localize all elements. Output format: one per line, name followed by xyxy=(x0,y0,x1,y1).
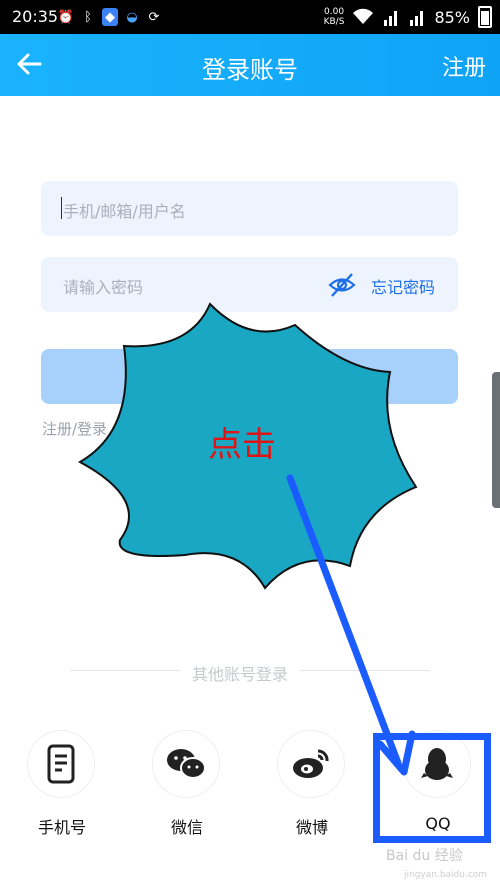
status-time: 20:35 xyxy=(12,7,59,26)
account-input[interactable]: 手机/邮箱/用户名 xyxy=(41,181,458,236)
login-wechat-label: 微信 xyxy=(170,818,203,837)
status-icons-right: 0.00 KB/S 85% xyxy=(324,6,492,28)
battery-percent: 85% xyxy=(434,7,470,27)
login-phone-label: 手机号 xyxy=(37,818,86,837)
annotation-arrow-line xyxy=(286,474,402,767)
net-speed: 0.00 KB/S xyxy=(324,7,345,27)
app-header: 登录账号 注册 xyxy=(0,34,500,96)
shield-icon: ◆ xyxy=(102,8,118,26)
register-button[interactable]: 注册 xyxy=(442,50,486,82)
edge-scroll-handle[interactable] xyxy=(492,372,500,508)
wechat-icon-circle xyxy=(152,730,220,798)
login-wechat-button[interactable]: 微信 xyxy=(152,730,222,838)
qq-icon: ◒ xyxy=(126,9,138,25)
watermark-sub: jingyan.baidu.com xyxy=(404,870,488,880)
wechat-icon xyxy=(167,749,206,779)
account-placeholder: 手机/邮箱/用户名 xyxy=(63,202,186,221)
login-phone-button[interactable]: 手机号 xyxy=(27,730,97,838)
login-weibo-button[interactable]: 微博 xyxy=(277,730,347,838)
qq-highlight-box xyxy=(373,733,491,843)
signal-4g-icon xyxy=(410,11,424,26)
page-title: 登录账号 xyxy=(202,56,298,84)
annotation-click-text: 点击 xyxy=(208,425,276,465)
weibo-icon-circle xyxy=(277,730,345,798)
forgot-password-link[interactable]: 忘记密码 xyxy=(371,274,435,298)
phone-icon-circle xyxy=(27,730,95,798)
login-weibo-label: 微博 xyxy=(295,818,328,837)
weibo-icon xyxy=(293,749,329,778)
status-bar: 20:35 ⏰ ᛒ ◆ ◒ ⟳ 0.00 KB/S 85% xyxy=(0,0,500,34)
text-cursor xyxy=(61,197,62,219)
eye-hidden-icon[interactable] xyxy=(327,270,357,300)
net-speed-value: 0.00 xyxy=(324,7,345,17)
status-icons-left: ⏰ ᛒ ◆ ◒ ⟳ xyxy=(58,8,162,26)
password-input[interactable]: 请输入密码 忘记密码 xyxy=(41,257,458,312)
signal-icon xyxy=(384,11,398,26)
bluetooth-icon: ᛒ xyxy=(84,9,92,25)
net-speed-unit: KB/S xyxy=(323,17,345,27)
sync-icon: ⟳ xyxy=(148,9,160,25)
phone-icon xyxy=(47,744,75,784)
agreement-text: 注册/登录 xyxy=(42,420,108,438)
alarm-icon: ⏰ xyxy=(57,9,75,25)
other-login-label: 其他账号登录 xyxy=(180,661,301,685)
watermark-brand: Bai du 经验 xyxy=(386,848,463,864)
password-placeholder: 请输入密码 xyxy=(63,278,144,297)
wifi-icon xyxy=(353,8,374,24)
login-button[interactable] xyxy=(41,349,458,404)
battery-icon xyxy=(478,6,492,28)
